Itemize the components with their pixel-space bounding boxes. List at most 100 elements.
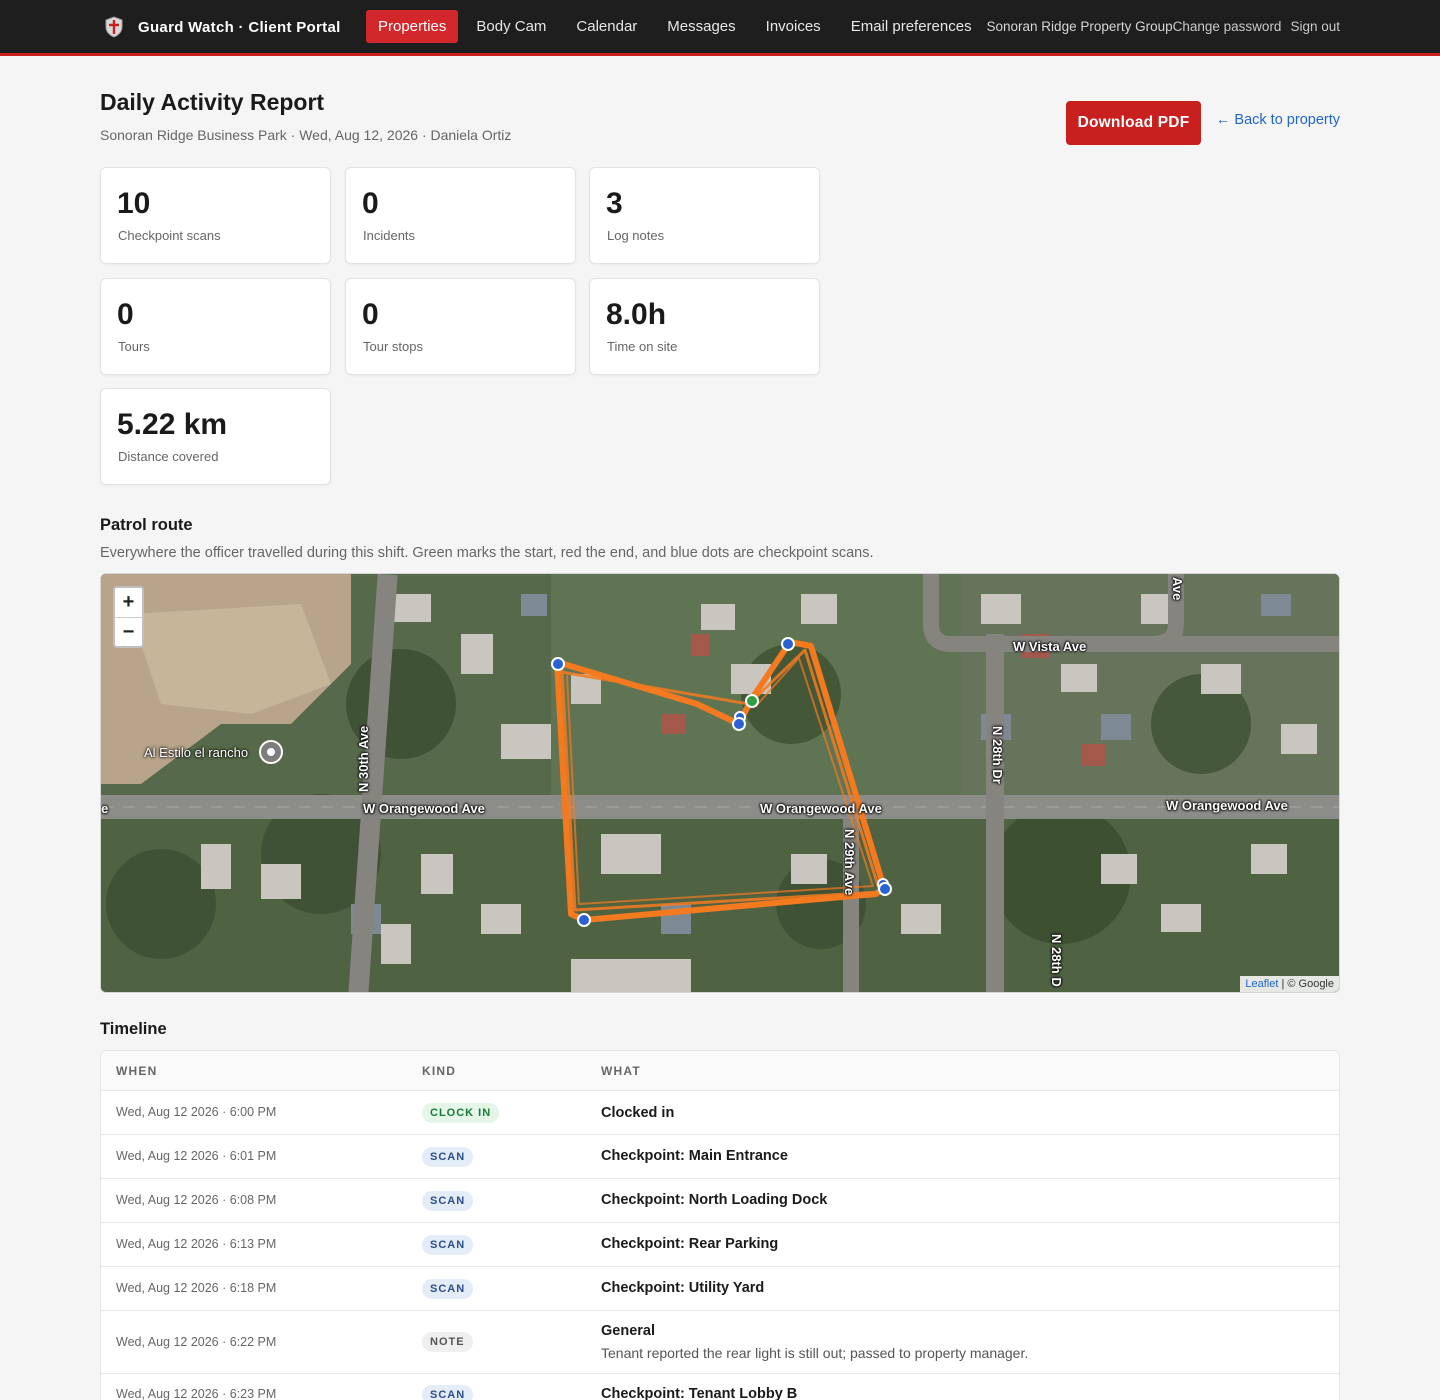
street-label: W Orangewood Ave bbox=[760, 801, 882, 816]
column-header-when: WHEN bbox=[116, 1064, 158, 1078]
row-when: Wed, Aug 12 2026 · 6:00 PM bbox=[116, 1105, 277, 1119]
row-when: Wed, Aug 12 2026 · 6:13 PM bbox=[116, 1237, 277, 1251]
stat-value: 3 bbox=[606, 187, 623, 220]
page-subtitle: Sonoran Ridge Business Park · Wed, Aug 1… bbox=[100, 127, 512, 143]
table-row: Wed, Aug 12 2026 · 6:22 PM NOTE General … bbox=[101, 1311, 1339, 1374]
zoom-out-button[interactable]: − bbox=[115, 617, 142, 646]
stat-value: 0 bbox=[117, 298, 134, 331]
stat-label: Time on site bbox=[607, 339, 678, 354]
table-row: Wed, Aug 12 2026 · 6:00 PM CLOCK IN Cloc… bbox=[101, 1091, 1339, 1135]
kind-badge: SCAN bbox=[422, 1235, 474, 1255]
stat-value: 5.22 km bbox=[117, 408, 228, 441]
stat-value: 10 bbox=[117, 187, 151, 220]
map-attribution: Leaflet | © Google bbox=[1240, 976, 1339, 992]
stat-label: Tours bbox=[118, 339, 150, 354]
row-detail: Tenant reported the rear light is still … bbox=[601, 1345, 1029, 1361]
download-pdf-button[interactable]: Download PDF bbox=[1066, 101, 1201, 145]
row-what: Checkpoint: Rear Parking bbox=[601, 1236, 779, 1252]
checkpoint-marker[interactable] bbox=[577, 913, 591, 927]
row-what: Checkpoint: Utility Yard bbox=[601, 1280, 765, 1296]
table-row: Wed, Aug 12 2026 · 6:01 PM SCAN Checkpoi… bbox=[101, 1135, 1339, 1179]
stat-value: 0 bbox=[362, 298, 379, 331]
checkpoint-marker[interactable] bbox=[732, 717, 746, 731]
stat-label: Distance covered bbox=[118, 449, 219, 464]
org-name: Sonoran Ridge Property Group bbox=[986, 19, 1173, 34]
checkpoint-marker[interactable] bbox=[878, 882, 892, 896]
patrol-route-title: Patrol route bbox=[100, 516, 193, 534]
top-nav: Guard Watch · Client Portal Properties B… bbox=[0, 0, 1440, 56]
street-label: W Vista Ave bbox=[1013, 639, 1087, 654]
nav-account: Sonoran Ridge Property Group Change pass… bbox=[987, 10, 1340, 43]
kind-badge: SCAN bbox=[422, 1191, 474, 1211]
stat-card-log-notes: 3 Log notes bbox=[589, 167, 820, 264]
kind-badge: CLOCK IN bbox=[422, 1103, 500, 1123]
google-attribution: | © Google bbox=[1278, 978, 1334, 990]
timeline-table: WHEN KIND WHAT Wed, Aug 12 2026 · 6:00 P… bbox=[100, 1050, 1340, 1400]
satellite-imagery bbox=[101, 574, 1339, 992]
table-row: Wed, Aug 12 2026 · 6:13 PM SCAN Checkpoi… bbox=[101, 1223, 1339, 1267]
stat-label: Log notes bbox=[607, 228, 665, 243]
street-label: e bbox=[101, 801, 109, 816]
row-when: Wed, Aug 12 2026 · 6:22 PM bbox=[116, 1335, 277, 1349]
stat-card-tours: 0 Tours bbox=[100, 278, 331, 375]
patrol-map[interactable]: Al Estilo el rancho W Orangewood Ave W O… bbox=[100, 573, 1340, 993]
checkpoint-marker[interactable] bbox=[551, 657, 565, 671]
row-what: Checkpoint: Tenant Lobby B bbox=[601, 1386, 798, 1400]
zoom-control: + − bbox=[113, 586, 144, 648]
page-title: Daily Activity Report bbox=[100, 89, 325, 115]
street-label: Ave bbox=[1170, 577, 1185, 601]
row-when: Wed, Aug 12 2026 · 6:01 PM bbox=[116, 1149, 277, 1163]
street-label: N 30th Ave bbox=[356, 725, 371, 792]
street-label: N 28th Dr bbox=[990, 726, 1005, 784]
brand-name: Guard Watch · Client Portal bbox=[138, 18, 341, 36]
nav-item-calendar[interactable]: Calendar bbox=[561, 10, 652, 43]
table-row: Wed, Aug 12 2026 · 6:23 PM SCAN Checkpoi… bbox=[101, 1374, 1339, 1400]
column-header-what: WHAT bbox=[601, 1064, 641, 1078]
stat-card-tour-stops: 0 Tour stops bbox=[345, 278, 576, 375]
nav-item-email-preferences[interactable]: Email preferences bbox=[836, 10, 987, 43]
nav-item-body-cam[interactable]: Body Cam bbox=[461, 10, 561, 43]
kind-badge: SCAN bbox=[422, 1385, 474, 1400]
checkpoint-marker[interactable] bbox=[781, 637, 795, 651]
poi-label: Al Estilo el rancho bbox=[144, 745, 249, 760]
street-label: N 28th D bbox=[1049, 934, 1064, 987]
back-to-property-link[interactable]: ← Back to property bbox=[1216, 112, 1340, 128]
row-what: Checkpoint: North Loading Dock bbox=[601, 1192, 828, 1208]
kind-badge: NOTE bbox=[422, 1332, 473, 1352]
street-label: W Orangewood Ave bbox=[1166, 798, 1288, 813]
stat-card-incidents: 0 Incidents bbox=[345, 167, 576, 264]
table-row: Wed, Aug 12 2026 · 6:08 PM SCAN Checkpoi… bbox=[101, 1179, 1339, 1223]
nav-items: Properties Body Cam Calendar Messages In… bbox=[366, 10, 987, 43]
leaflet-link[interactable]: Leaflet bbox=[1245, 978, 1278, 990]
nav-item-messages[interactable]: Messages bbox=[652, 10, 750, 43]
row-what: Checkpoint: Main Entrance bbox=[601, 1148, 788, 1164]
stat-label: Incidents bbox=[363, 228, 416, 243]
street-label: N 29th Ave bbox=[842, 829, 857, 896]
zoom-in-button[interactable]: + bbox=[115, 588, 142, 617]
stat-value: 0 bbox=[362, 187, 379, 220]
row-when: Wed, Aug 12 2026 · 6:23 PM bbox=[116, 1387, 277, 1400]
timeline-title: Timeline bbox=[100, 1020, 167, 1038]
timeline-header: WHEN KIND WHAT bbox=[101, 1051, 1339, 1091]
table-row: Wed, Aug 12 2026 · 6:18 PM SCAN Checkpoi… bbox=[101, 1267, 1339, 1311]
row-when: Wed, Aug 12 2026 · 6:08 PM bbox=[116, 1193, 277, 1207]
kind-badge: SCAN bbox=[422, 1279, 474, 1299]
nav-item-properties[interactable]: Properties bbox=[366, 10, 459, 43]
nav-item-invoices[interactable]: Invoices bbox=[751, 10, 836, 43]
kind-badge: SCAN bbox=[422, 1147, 474, 1167]
shield-icon bbox=[105, 16, 123, 38]
change-password-link[interactable]: Change password bbox=[1173, 19, 1282, 34]
sign-out-link[interactable]: Sign out bbox=[1290, 19, 1340, 34]
patrol-route-description: Everywhere the officer travelled during … bbox=[100, 545, 874, 561]
street-label: W Orangewood Ave bbox=[363, 801, 485, 816]
stat-value: 8.0h bbox=[606, 298, 667, 331]
brand[interactable]: Guard Watch · Client Portal bbox=[104, 14, 341, 40]
stat-card-checkpoint-scans: 10 Checkpoint scans bbox=[100, 167, 331, 264]
stat-label: Checkpoint scans bbox=[118, 228, 221, 243]
start-marker[interactable] bbox=[745, 694, 759, 708]
stat-card-distance: 5.22 km Distance covered bbox=[100, 388, 331, 485]
row-when: Wed, Aug 12 2026 · 6:18 PM bbox=[116, 1281, 277, 1295]
row-what: Clocked in bbox=[601, 1105, 675, 1121]
stat-label: Tour stops bbox=[363, 339, 423, 354]
stat-card-time-on-site: 8.0h Time on site bbox=[589, 278, 820, 375]
